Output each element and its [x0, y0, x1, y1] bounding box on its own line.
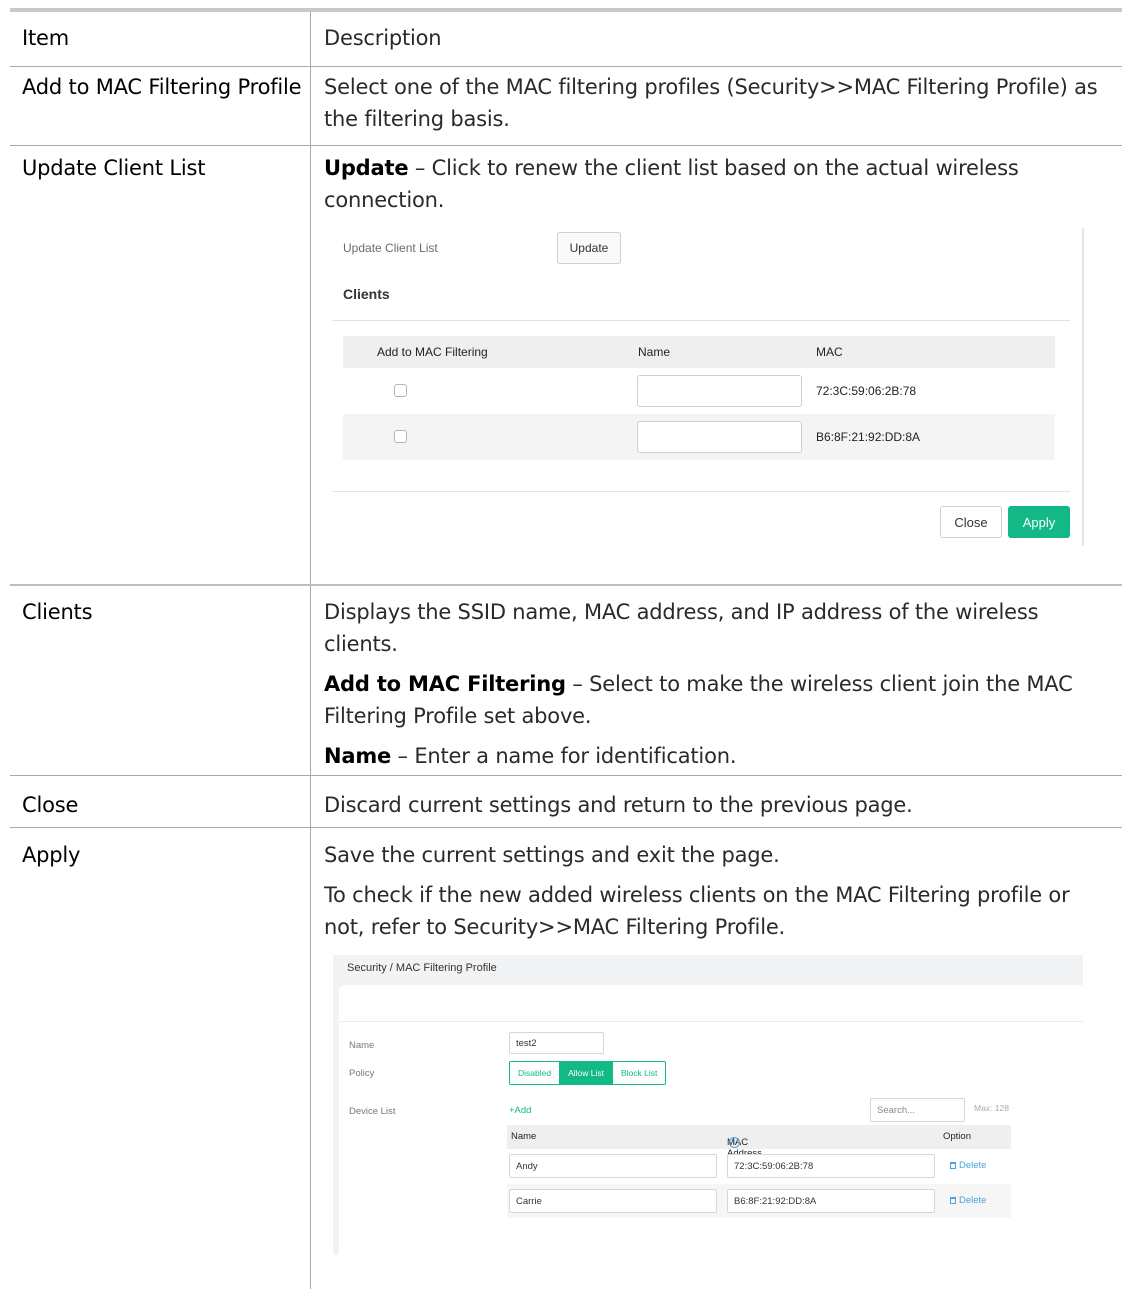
term-update: Update	[324, 156, 409, 180]
table-row: Andy 72:3C:59:06:2B:78 Delete	[507, 1149, 1011, 1183]
divider	[332, 491, 1070, 492]
table-row: B6:8F:21:92:DD:8A	[343, 414, 1055, 460]
table-row: 72:3C:59:06:2B:78	[343, 368, 1055, 414]
device-name-input[interactable]: Carrie	[509, 1189, 717, 1213]
update-button[interactable]: Update	[557, 232, 621, 264]
policy-option-block-list[interactable]: Block List	[611, 1062, 665, 1084]
term-add-to-mac-filtering: Add to MAC Filtering	[324, 672, 566, 696]
add-to-mac-filtering-checkbox[interactable]	[394, 430, 407, 443]
policy-label: Policy	[349, 1068, 375, 1079]
header-description: Description	[324, 26, 442, 50]
device-table-header: Name MAC Addressi Option	[507, 1125, 1011, 1159]
add-device-link[interactable]: +Add	[509, 1105, 531, 1116]
description-text: Save the current settings and exit the p…	[324, 843, 780, 867]
description-text: Discard current settings and return to t…	[324, 793, 913, 817]
column-header-option: Option	[943, 1131, 971, 1142]
client-mac: 72:3C:59:06:2B:78	[816, 384, 917, 398]
row-item-apply: Apply	[22, 843, 81, 867]
row-description: Discard current settings and return to t…	[324, 789, 1114, 829]
description-text: Add to MAC Filtering – Select to make th…	[324, 668, 1114, 732]
dialog-edge	[1082, 228, 1084, 546]
device-mac-input[interactable]: 72:3C:59:06:2B:78	[727, 1154, 935, 1178]
divider	[339, 1021, 1083, 1022]
term-explanation: – Enter a name for identification.	[391, 744, 737, 768]
delete-label: Delete	[959, 1160, 987, 1171]
add-to-mac-filtering-checkbox[interactable]	[394, 384, 407, 397]
mac-filtering-profile-page: Security / MAC Filtering Profile Name te…	[333, 955, 1083, 1255]
column-divider	[310, 12, 311, 1289]
row-description: Displays the SSID name, MAC address, and…	[324, 596, 1114, 780]
delete-button[interactable]: Delete	[950, 1160, 986, 1171]
column-header-name: Name	[638, 345, 671, 359]
device-list-label: Device List	[349, 1106, 396, 1117]
row-description: Select one of the MAC filtering profiles…	[324, 71, 1114, 143]
trash-icon	[950, 1197, 956, 1204]
breadcrumb: Security / MAC Filtering Profile	[347, 962, 497, 974]
row-item-clients: Clients	[22, 600, 93, 624]
policy-option-allow-list[interactable]: Allow List	[559, 1062, 612, 1084]
column-header-add-to-mac-filtering: Add to MAC Filtering	[377, 345, 488, 359]
column-header-mac: MAC	[816, 345, 843, 359]
profile-name-input[interactable]: test2	[509, 1032, 604, 1054]
description-text: Displays the SSID name, MAC address, and…	[324, 600, 1039, 656]
max-devices-label: Max: 128	[974, 1103, 1009, 1113]
search-input[interactable]: Search...	[870, 1098, 965, 1122]
device-mac-input[interactable]: B6:8F:21:92:DD:8A	[727, 1189, 935, 1213]
description-text: To check if the new added wireless clien…	[324, 883, 1070, 939]
trash-icon	[950, 1162, 956, 1169]
client-name-input[interactable]	[637, 375, 802, 407]
policy-option-disabled[interactable]: Disabled	[510, 1062, 559, 1084]
device-name-input[interactable]: Andy	[509, 1154, 717, 1178]
term-explanation: – Click to renew the client list based o…	[324, 156, 1019, 212]
header-item: Item	[22, 26, 70, 50]
client-mac: B6:8F:21:92:DD:8A	[816, 430, 921, 444]
column-header-name: Name	[511, 1131, 537, 1142]
header-row-rule	[10, 66, 1122, 67]
table-header: Add to MAC Filtering Name MAC	[343, 336, 1055, 368]
update-client-list-label: Update Client List	[343, 241, 438, 255]
clients-heading: Clients	[343, 286, 390, 302]
row-item-close: Close	[22, 793, 79, 817]
policy-segmented-control: Disabled Allow List Block List	[509, 1061, 667, 1085]
row-description: Update – Click to renew the client list …	[324, 152, 1114, 224]
close-button[interactable]: Close	[940, 506, 1002, 538]
description-text: Update – Click to renew the client list …	[324, 152, 1114, 216]
row-item-add-to-mac-filtering-profile: Add to MAC Filtering Profile	[22, 75, 302, 99]
row-rule	[10, 145, 1122, 146]
term-name: Name	[324, 744, 392, 768]
info-icon[interactable]: i	[729, 1137, 740, 1148]
row-rule	[10, 584, 1122, 586]
client-name-input[interactable]	[637, 421, 802, 453]
apply-button[interactable]: Apply	[1008, 506, 1070, 538]
row-item-update-client-list: Update Client List	[22, 156, 206, 180]
delete-label: Delete	[959, 1195, 987, 1206]
delete-button[interactable]: Delete	[950, 1195, 986, 1206]
description-text: Select one of the MAC filtering profiles…	[324, 75, 1098, 131]
row-description: Save the current settings and exit the p…	[324, 839, 1114, 951]
clients-table: Add to MAC Filtering Name MAC 72:3C:59:0…	[343, 336, 1055, 460]
update-client-list-dialog: Update Client List Update Clients Add to…	[326, 228, 1084, 546]
divider	[332, 320, 1070, 321]
table-top-rule	[10, 8, 1122, 12]
name-label: Name	[349, 1040, 375, 1051]
description-text: Name – Enter a name for identification.	[324, 740, 1114, 772]
table-row: Carrie B6:8F:21:92:DD:8A Delete	[507, 1184, 1011, 1218]
